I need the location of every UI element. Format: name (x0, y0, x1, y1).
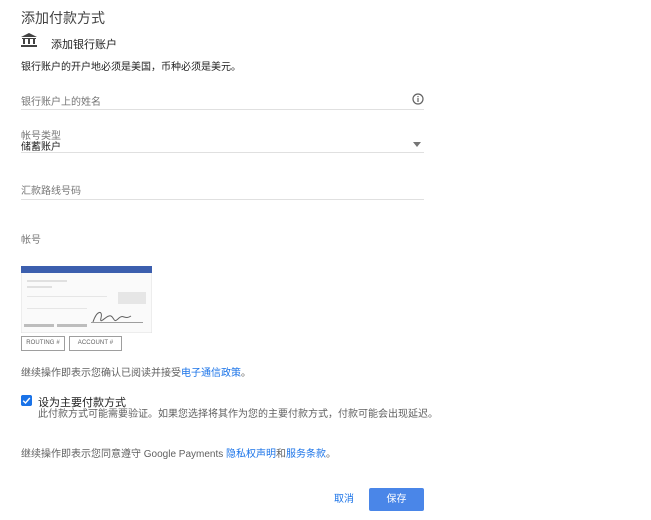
page-title: 添加付款方式 (21, 10, 105, 26)
routing-number-input[interactable]: 汇款路线号码 (21, 182, 81, 197)
account-number-input[interactable]: 帐号 (21, 231, 41, 246)
consent-text: 继续操作即表示您确认已阅读并接受电子通信政策。 (21, 364, 251, 379)
bank-icon (21, 33, 37, 47)
terms-prefix: 继续操作即表示您同意遵守 Google Payments (21, 449, 227, 460)
terms-text: 继续操作即表示您同意遵守 Google Payments 隐私权声明和服务条款。 (21, 445, 336, 460)
checkbox-checked-icon[interactable] (21, 395, 32, 406)
routing-field-underline (21, 199, 424, 200)
privacy-policy-link[interactable]: 隐私权声明 (226, 449, 276, 460)
electronic-communications-link[interactable]: 电子通信政策 (181, 368, 241, 379)
terms-and: 和 (276, 449, 287, 460)
name-on-account-input[interactable]: 银行账户上的姓名 (21, 93, 101, 108)
consent-suffix: 。 (241, 368, 251, 379)
terms-suffix: 。 (326, 449, 337, 460)
add-bank-account-label: 添加银行账户 (51, 39, 117, 51)
account-type-underline (21, 152, 424, 153)
bank-notice: 银行账户的开户地必须是美国，币种必须是美元。 (21, 62, 241, 73)
chevron-down-icon[interactable] (413, 142, 421, 147)
check-illustration (21, 266, 152, 333)
save-button[interactable]: 保存 (369, 488, 424, 511)
info-icon[interactable] (412, 93, 424, 105)
consent-prefix: 继续操作即表示您确认已阅读并接受 (21, 368, 181, 379)
name-field-underline (21, 109, 424, 110)
cancel-button[interactable]: 取消 (322, 489, 366, 511)
terms-of-service-link[interactable]: 服务条款 (286, 449, 326, 460)
account-type-select[interactable]: 储蓄账户 (21, 138, 61, 153)
primary-payment-description: 此付款方式可能需要验证。如果您选择将其作为您的主要付款方式，付款可能会出现延迟。 (38, 409, 438, 420)
account-label-box: ACCOUNT # (69, 336, 122, 351)
routing-label-box: ROUTING # (21, 336, 65, 351)
